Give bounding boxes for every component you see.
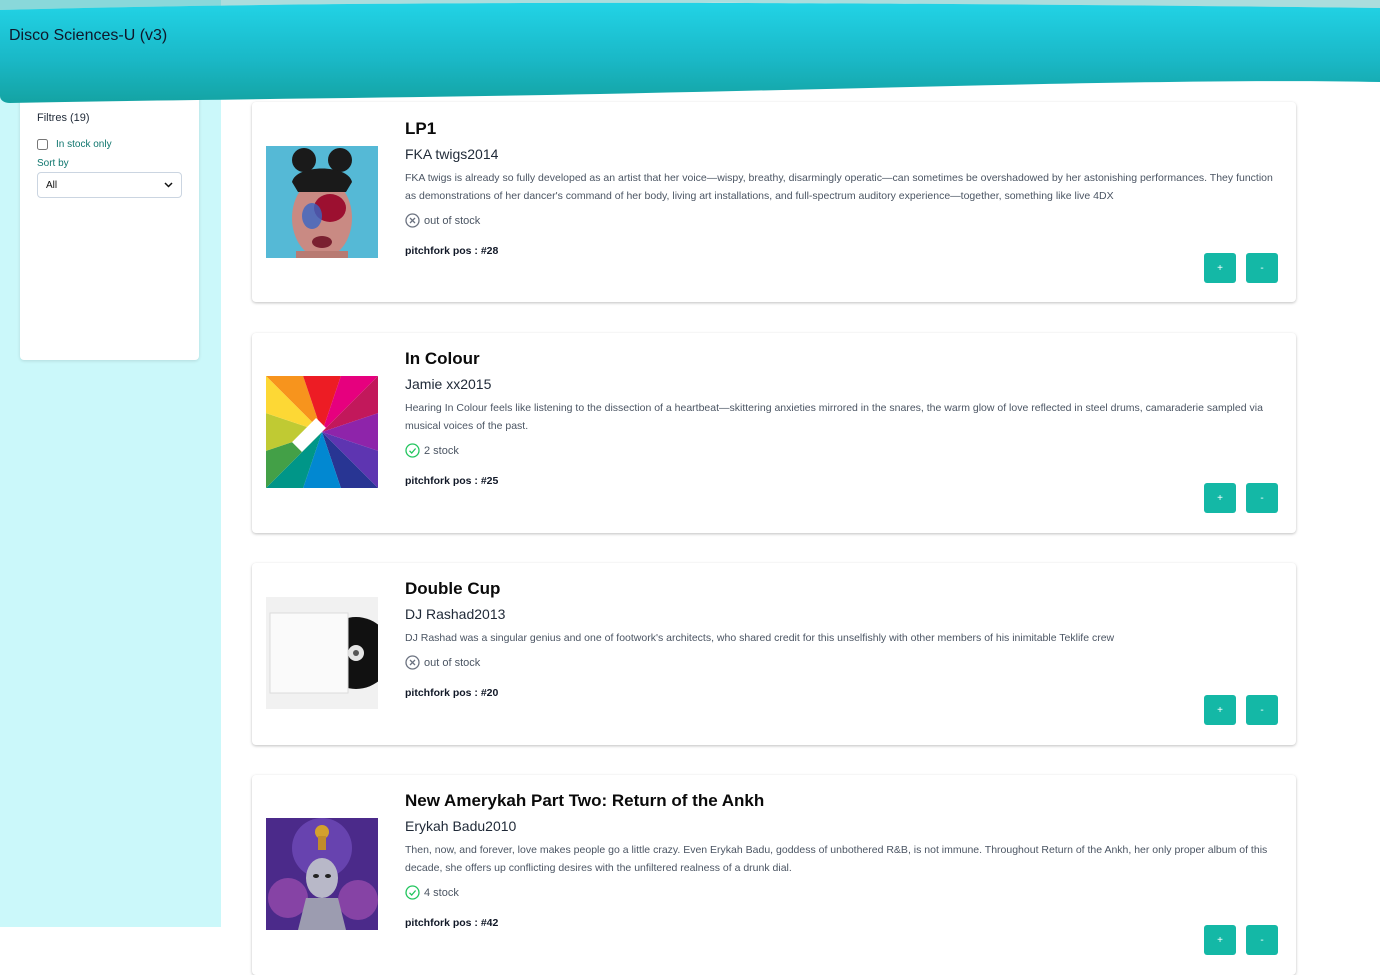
album-title: LP1 (405, 119, 437, 138)
check-circle-icon (405, 443, 420, 458)
sort-label: Sort by (37, 158, 69, 169)
sort-select-value: All (46, 179, 58, 191)
add-button[interactable]: + (1204, 483, 1236, 513)
stock-status: out of stock (405, 213, 1278, 228)
add-button[interactable]: + (1204, 925, 1236, 955)
album-title: New Amerykah Part Two: Return of the Ank… (405, 791, 765, 810)
album-cover (266, 818, 378, 930)
album-artist: Erykah Badu (405, 818, 486, 834)
album-info: New Amerykah Part Two: Return of the Ank… (405, 791, 1278, 929)
add-button[interactable]: + (1204, 253, 1236, 283)
album-cover (266, 597, 378, 709)
in-stock-filter[interactable]: In stock only (37, 139, 182, 150)
album-card: New Amerykah Part Two: Return of the Ank… (252, 775, 1296, 975)
stock-text: out of stock (424, 656, 481, 669)
album-description: DJ Rashad was a singular genius and one … (405, 632, 1115, 644)
album-artist: DJ Rashad (405, 606, 475, 622)
album-cover (266, 376, 378, 488)
x-circle-icon (405, 655, 420, 670)
album-year: 2014 (467, 146, 499, 162)
remove-button[interactable]: - (1246, 253, 1278, 283)
stock-status: out of stock (405, 655, 1278, 670)
in-stock-label: In stock only (56, 139, 112, 150)
pitchfork-position: pitchfork pos : #20 (405, 687, 499, 699)
header-wave (0, 0, 1380, 104)
album-year: 2015 (460, 376, 492, 392)
album-artist-line: Erykah Badu2010 (405, 817, 1278, 835)
check-circle-icon (405, 885, 420, 900)
filters-title: Filtres (19) (37, 112, 90, 124)
pitchfork-position: pitchfork pos : #28 (405, 245, 499, 257)
remove-button[interactable]: - (1246, 695, 1278, 725)
pitchfork-position: pitchfork pos : #25 (405, 475, 499, 487)
app-header: Disco Sciences-U (v3) (0, 0, 1380, 110)
remove-button[interactable]: - (1246, 483, 1278, 513)
filters-panel: Filtres (19) In stock only Sort by All (20, 90, 199, 360)
stock-text: 4 stock (424, 886, 459, 899)
album-title: In Colour (405, 349, 480, 368)
album-year: 2013 (474, 606, 506, 622)
app-title: Disco Sciences-U (v3) (9, 27, 168, 44)
stock-status: 2 stock (405, 443, 1278, 458)
pitchfork-position: pitchfork pos : #42 (405, 917, 499, 929)
album-artist: Jamie xx (405, 376, 461, 392)
album-card: LP1 FKA twigs2014 FKA twigs is already s… (252, 102, 1296, 302)
add-button[interactable]: + (1204, 695, 1236, 725)
album-artist-line: Jamie xx2015 (405, 375, 1278, 393)
album-artist-line: DJ Rashad2013 (405, 605, 1278, 623)
album-card: In Colour Jamie xx2015 Hearing In Colour… (252, 333, 1296, 533)
album-card: Double Cup DJ Rashad2013 DJ Rashad was a… (252, 563, 1296, 745)
remove-button[interactable]: - (1246, 925, 1278, 955)
album-cover (266, 146, 378, 258)
album-info: LP1 FKA twigs2014 FKA twigs is already s… (405, 119, 1278, 257)
chevron-down-icon (164, 180, 173, 190)
album-info: Double Cup DJ Rashad2013 DJ Rashad was a… (405, 579, 1278, 699)
album-artist: FKA twigs (405, 146, 468, 162)
album-year: 2010 (485, 818, 517, 834)
x-circle-icon (405, 213, 420, 228)
in-stock-checkbox[interactable] (37, 139, 48, 150)
album-artist-line: FKA twigs2014 (405, 145, 1278, 163)
album-description: FKA twigs is already so fully developed … (405, 172, 1273, 202)
album-description: Hearing In Colour feels like listening t… (405, 402, 1263, 432)
album-description: Then, now, and forever, love makes peopl… (405, 844, 1268, 874)
stock-text: out of stock (424, 214, 481, 227)
album-title: Double Cup (405, 579, 501, 598)
stock-status: 4 stock (405, 885, 1278, 900)
stock-text: 2 stock (424, 444, 459, 457)
sort-select[interactable]: All (37, 172, 182, 198)
album-info: In Colour Jamie xx2015 Hearing In Colour… (405, 349, 1278, 487)
